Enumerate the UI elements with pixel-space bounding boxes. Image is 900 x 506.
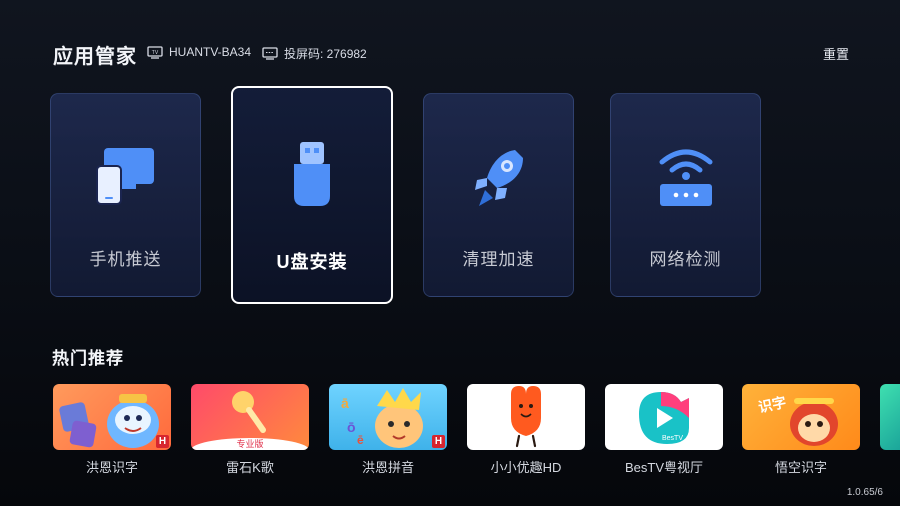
app-tile-wukong-shizi[interactable]: 识字 悟空识字 xyxy=(742,384,860,476)
reset-button[interactable]: 重置 xyxy=(823,44,849,63)
phone-screen-icon xyxy=(95,148,154,205)
wifi-router-icon xyxy=(659,149,712,206)
card-label: 网络检测 xyxy=(649,250,722,269)
card-label: 手机推送 xyxy=(89,250,162,269)
card-clean-speedup[interactable]: 清理加速 xyxy=(423,93,574,297)
app-tile-hongen-pinyin[interactable]: ā ō ē H 洪恩拼音 xyxy=(329,384,447,476)
app-tile-leishi-kge[interactable]: 专业版 雷石K歌 xyxy=(191,384,309,476)
app-thumbnail xyxy=(467,384,585,450)
tv-icon: TV xyxy=(147,45,163,59)
app-tile-partial[interactable] xyxy=(880,384,900,450)
heart-character-icon xyxy=(511,386,541,448)
h-badge: H xyxy=(432,435,445,448)
device-name: HUANTV-BA34 xyxy=(169,45,252,59)
svg-text:ā: ā xyxy=(341,395,349,411)
h-badge: H xyxy=(156,435,169,448)
usb-drive-icon xyxy=(294,142,330,206)
app-thumbnail: 识字 xyxy=(742,384,860,450)
rocket-icon xyxy=(474,150,523,206)
app-tile-hongen-shizi[interactable]: H 洪恩识字 xyxy=(53,384,171,476)
card-phone-push[interactable]: 手机推送 xyxy=(50,93,201,297)
app-name: 洪恩识字 xyxy=(85,460,138,475)
svg-text:识字: 识字 xyxy=(757,394,788,416)
card-network-check[interactable]: 网络检测 xyxy=(610,93,761,297)
svg-text:ō: ō xyxy=(347,419,356,435)
app-name: 雷石K歌 xyxy=(226,460,274,475)
section-title: 热门推荐 xyxy=(52,349,124,368)
app-thumbnail: H xyxy=(53,384,171,450)
version-label: 1.0.65/6 xyxy=(846,487,883,498)
device-info: TV HUANTV-BA34 xyxy=(147,45,251,59)
page-title: 应用管家 xyxy=(53,46,137,68)
app-thumbnail: 专业版 xyxy=(191,384,309,450)
app-name: 小小优趣HD xyxy=(490,460,562,475)
cartoon-character-icon xyxy=(59,394,159,448)
svg-text:TV: TV xyxy=(152,50,159,56)
svg-text:ē: ē xyxy=(357,433,364,447)
cast-code: 投屏码: 276982 xyxy=(284,47,367,61)
app-name: 悟空识字 xyxy=(774,460,827,475)
app-tile-xiaoxiao-youqu[interactable]: 小小优趣HD xyxy=(467,384,585,476)
screen-cast-icon xyxy=(262,47,278,60)
cast-code-info: 投屏码: 276982 xyxy=(262,45,367,62)
monkey-king-icon: 识字 xyxy=(757,394,838,446)
app-tile-bestv[interactable]: BesTV BesTV粤视厅 xyxy=(605,384,723,476)
app-thumbnail: ā ō ē H xyxy=(329,384,447,450)
app-name: BesTV粤视厅 xyxy=(624,460,703,475)
card-label: 清理加速 xyxy=(462,250,535,269)
bestv-logo-icon: BesTV xyxy=(639,392,689,444)
svg-text:BesTV: BesTV xyxy=(662,435,683,442)
card-label: U盘安装 xyxy=(276,252,348,272)
app-name: 洪恩拼音 xyxy=(361,460,414,475)
card-usb-install[interactable]: U盘安装 xyxy=(231,86,393,304)
cartoon-character-icon: ā ō ē xyxy=(341,388,423,448)
app-thumbnail: BesTV xyxy=(605,384,723,450)
